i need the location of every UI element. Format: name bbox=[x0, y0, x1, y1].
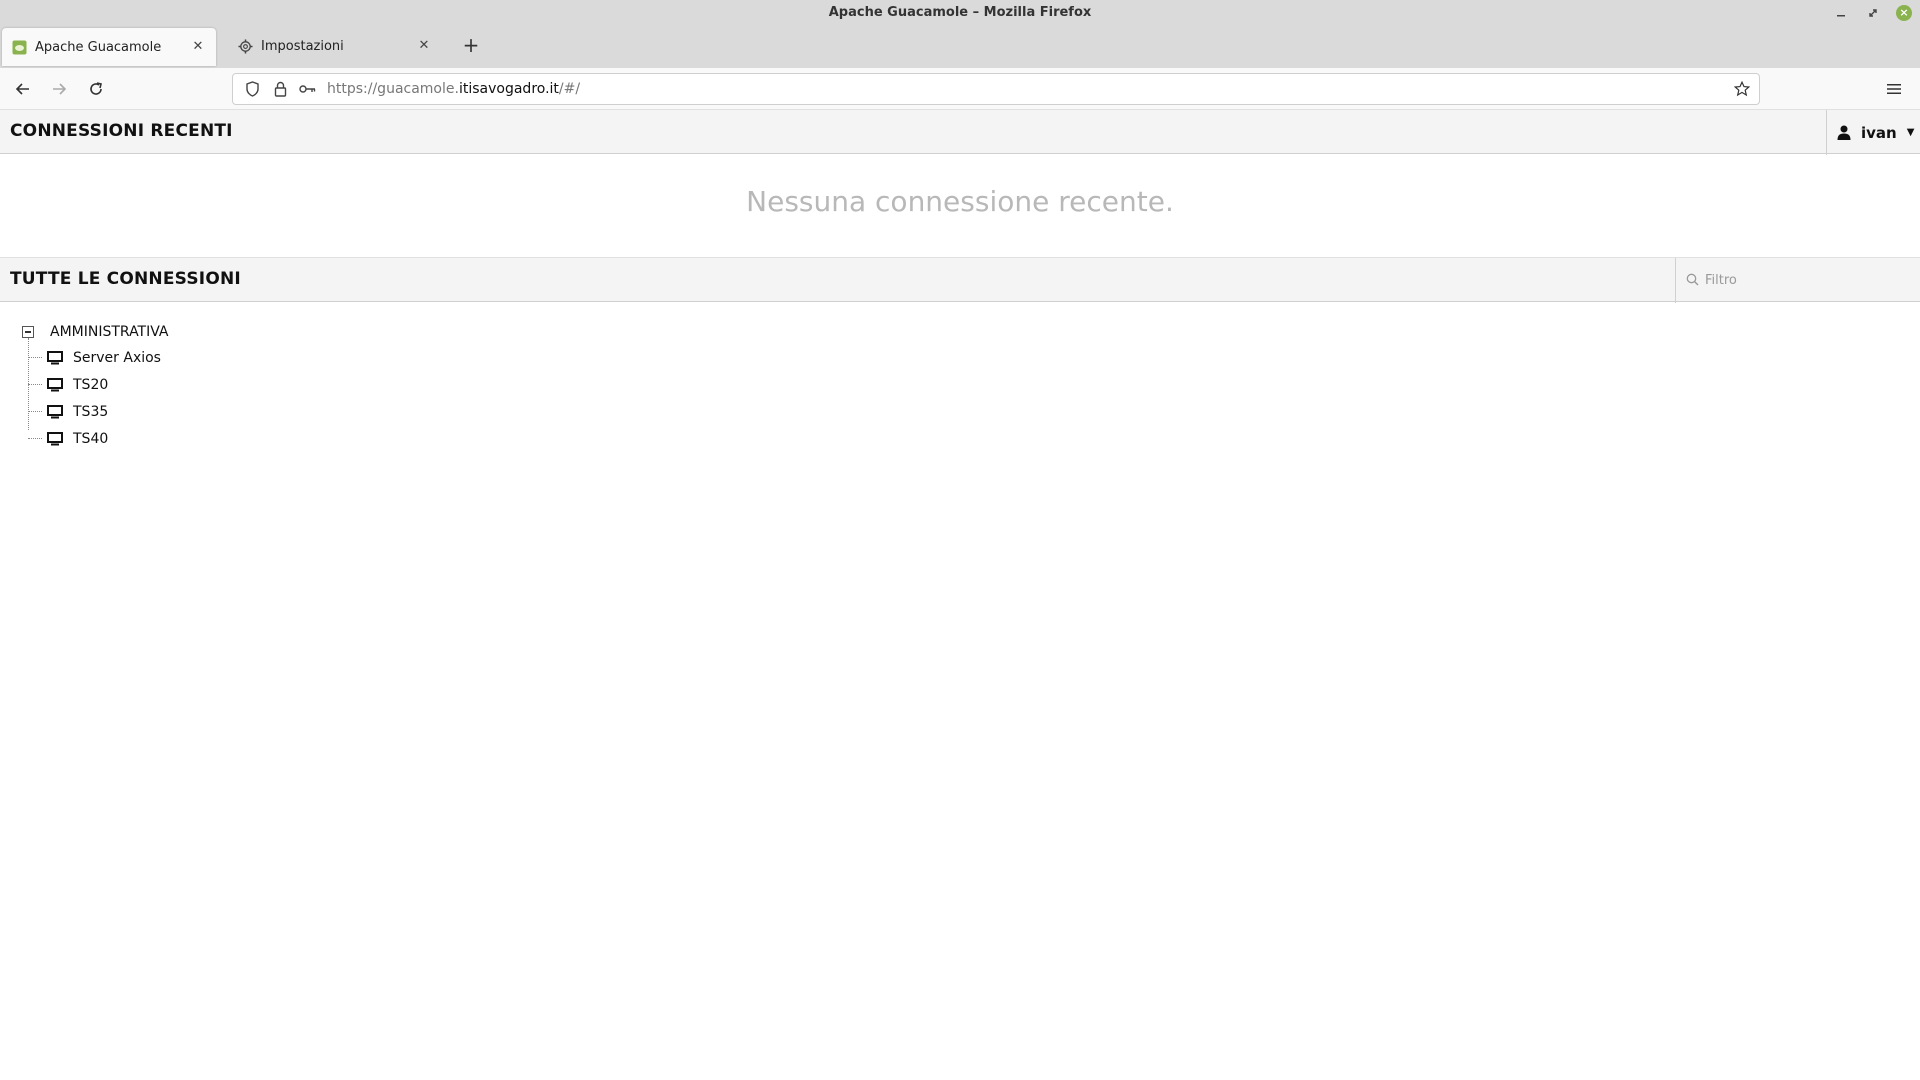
connection-label: TS40 bbox=[73, 430, 109, 447]
username: ivan bbox=[1861, 123, 1897, 142]
window-titlebar: Apache Guacamole – Mozilla Firefox × bbox=[0, 0, 1920, 28]
url-host: itisavogadro.it bbox=[458, 81, 559, 97]
guacamole-icon bbox=[12, 40, 27, 55]
tab-impostazioni[interactable]: Impostazioni ✕ bbox=[228, 28, 442, 64]
group-children: Server Axios TS20 TS35 TS40 bbox=[28, 338, 169, 452]
connection-label: Server Axios bbox=[73, 349, 161, 366]
monitor-icon bbox=[47, 404, 63, 419]
lock-icon[interactable] bbox=[269, 78, 291, 100]
all-connections-title: TUTTE LE CONNESSIONI bbox=[10, 269, 241, 289]
close-tab-icon[interactable]: ✕ bbox=[190, 39, 206, 55]
chevron-down-icon: ▼ bbox=[1906, 127, 1915, 138]
tab-label: Apache Guacamole bbox=[35, 39, 162, 55]
tab-strip: Apache Guacamole ✕ Impostazioni ✕ + bbox=[0, 28, 1920, 68]
monitor-icon bbox=[47, 377, 63, 392]
reload-icon[interactable] bbox=[84, 77, 108, 101]
gear-icon bbox=[238, 38, 253, 54]
user-icon bbox=[1837, 125, 1853, 141]
monitor-icon bbox=[47, 350, 63, 365]
window-title: Apache Guacamole – Mozilla Firefox bbox=[828, 5, 1092, 20]
close-window-icon[interactable]: × bbox=[1896, 5, 1912, 21]
connection-tree: AMMINISTRATIVA Server Axios TS20 TS35 TS… bbox=[22, 320, 169, 452]
connection-item[interactable]: TS40 bbox=[28, 425, 169, 452]
collapse-icon[interactable] bbox=[22, 326, 34, 338]
key-icon[interactable] bbox=[297, 78, 319, 100]
close-tab-icon[interactable]: ✕ bbox=[416, 38, 432, 54]
monitor-icon bbox=[47, 431, 63, 446]
url-suffix: /#/ bbox=[558, 81, 581, 97]
recent-connections-title: CONNESSIONI RECENTI bbox=[10, 121, 233, 141]
connection-item[interactable]: TS35 bbox=[28, 398, 169, 425]
recent-connections-header: CONNESSIONI RECENTI ivan ▼ bbox=[0, 109, 1920, 155]
filter-box bbox=[1675, 258, 1920, 303]
new-tab-button[interactable]: + bbox=[460, 34, 482, 56]
connection-label: TS35 bbox=[73, 403, 109, 420]
minimize-icon[interactable] bbox=[1832, 4, 1850, 22]
window-controls: × bbox=[1832, 4, 1912, 22]
connection-item[interactable]: TS20 bbox=[28, 371, 169, 398]
group-label: AMMINISTRATIVA bbox=[50, 324, 169, 340]
url-bar[interactable]: https://guacamole.itisavogadro.it/#/ bbox=[232, 73, 1760, 105]
connection-group-amministrativa[interactable]: AMMINISTRATIVA bbox=[22, 320, 169, 344]
back-arrow-icon[interactable] bbox=[11, 77, 35, 101]
shield-icon[interactable] bbox=[241, 78, 263, 100]
tab-label: Impostazioni bbox=[261, 38, 344, 54]
user-menu-button[interactable]: ivan ▼ bbox=[1826, 110, 1920, 155]
bookmark-star-icon[interactable] bbox=[1731, 78, 1753, 100]
all-connections-header: TUTTE LE CONNESSIONI bbox=[0, 257, 1920, 303]
url-prefix: https://guacamole. bbox=[327, 81, 459, 97]
tab-apache-guacamole[interactable]: Apache Guacamole ✕ bbox=[2, 28, 216, 66]
connection-label: TS20 bbox=[73, 376, 109, 393]
no-recent-connections-message: Nessuna connessione recente. bbox=[746, 185, 1174, 218]
forward-arrow-icon[interactable] bbox=[47, 77, 71, 101]
restore-icon[interactable] bbox=[1864, 4, 1882, 22]
navigation-toolbar: https://guacamole.itisavogadro.it/#/ bbox=[0, 68, 1920, 110]
connection-item[interactable]: Server Axios bbox=[28, 344, 169, 371]
url-text[interactable]: https://guacamole.itisavogadro.it/#/ bbox=[327, 81, 580, 97]
hamburger-menu-icon[interactable] bbox=[1882, 77, 1906, 101]
filter-input[interactable] bbox=[1705, 273, 1905, 288]
search-icon bbox=[1686, 271, 1699, 290]
